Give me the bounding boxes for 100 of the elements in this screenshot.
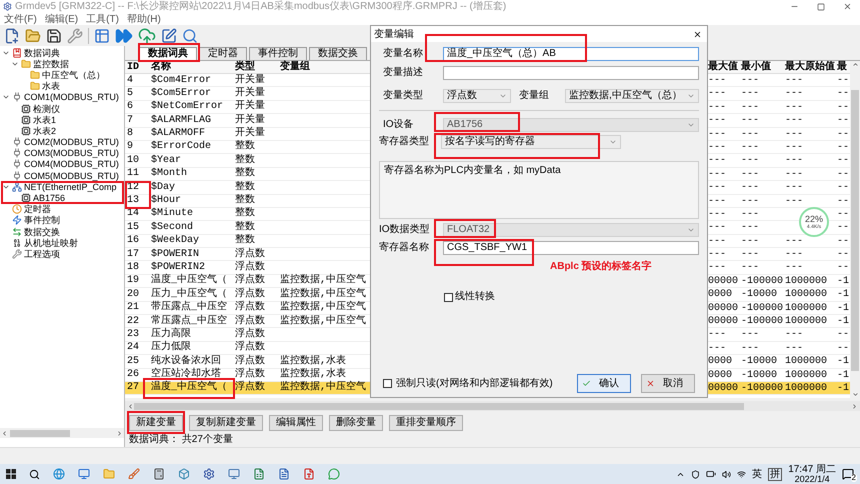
table-cell-text: 00000 [707, 382, 739, 395]
table-cell-text: --- [784, 87, 804, 100]
table-cell-text: --- [784, 342, 804, 355]
table-cell-text: -- [836, 328, 848, 342]
table-cell: 16 [127, 235, 140, 248]
table-cell-text: --- [740, 261, 760, 274]
table-cell-text: --- [740, 114, 760, 128]
table-cell-text: 压力_中压空气（ [151, 288, 228, 300]
table-cell-text: -- [836, 261, 848, 274]
table-cell-text: --- [707, 114, 728, 128]
table-cell-text: --- [707, 168, 728, 181]
table-cell: 15 [127, 222, 140, 234]
table-cell-text: 0000 [707, 355, 734, 368]
table-cell-text: --- [707, 248, 728, 262]
table-cell: 25 [127, 356, 140, 368]
table-cell-text: -10000 [740, 355, 778, 368]
table-cell: 监控数据,中压空气 [280, 382, 366, 394]
table-cell-text: --- [707, 140, 728, 154]
checkbox-label: 线性转换 [455, 291, 495, 303]
field-label: IO数据类型 [379, 224, 431, 236]
table-cell-text: --- [784, 128, 804, 141]
table-cell-text: 1000000 [784, 288, 828, 302]
table-cell-text: --- [784, 100, 804, 114]
table-cell: 10 [127, 154, 140, 167]
table-cell-text: -100000 [740, 302, 783, 315]
table-cell: 13 [127, 195, 140, 208]
table-cell-text: 整数 [235, 195, 255, 207]
table-cell: $Month [151, 168, 188, 180]
table-cell-text: -- [836, 181, 848, 194]
table-cell-text: --- [784, 328, 804, 342]
table-cell-text: --- [740, 221, 760, 234]
table-cell-text: -- [836, 194, 848, 208]
checkbox-label: 强制只读(对网络和内部逻辑都有效) [396, 378, 553, 390]
table-cell-text: --- [707, 234, 728, 248]
table-cell-text: --- [740, 194, 760, 208]
table-cell-text: -- [836, 342, 848, 355]
table-cell: 5 [127, 88, 134, 100]
table-cell: 整数 [235, 222, 255, 234]
table-cell: 9 [127, 141, 134, 154]
table-cell-text: 0000 [707, 288, 734, 302]
table-cell-text: 1000000 [784, 302, 828, 315]
table-cell: 浮点数 [235, 302, 265, 314]
table-cell-text: 压力高限 [151, 328, 191, 340]
table-cell-text: --- [784, 181, 804, 194]
table-cell-text: --- [740, 168, 760, 181]
table-cell: 开关量 [235, 74, 265, 86]
table-cell-text: --- [740, 140, 760, 154]
table-cell-text: --- [740, 248, 760, 262]
table-cell-text: 开关量 [235, 88, 265, 100]
table-cell-text: --- [707, 261, 728, 274]
table-cell-text: -1 [836, 355, 848, 368]
table-cell: $Minute [151, 208, 194, 220]
table-cell-text: -1 [836, 315, 848, 328]
table-cell-text: -- [836, 221, 848, 234]
table-cell: 浮点数 [235, 382, 265, 394]
field-label: 变量类型 [383, 90, 424, 102]
table-cell: 带压露点_中压空 [151, 302, 228, 314]
cpu-percent: 22% [804, 214, 823, 224]
table-cell-text: -1 [836, 382, 848, 395]
table-cell-text: -100000 [740, 382, 783, 395]
table-cell: 浮点数 [235, 275, 265, 288]
table-cell-text: --- [707, 208, 728, 221]
table-cell-text: -- [836, 128, 848, 141]
table-cell-text: -100000 [740, 315, 783, 328]
table-cell: 浮点数 [235, 342, 265, 354]
table-cell-text: 浮点数 [235, 369, 265, 380]
table-cell-text: --- [784, 194, 804, 208]
table-cell-text: --- [784, 154, 804, 168]
table-cell-text: 监控数据,中压空气 [280, 288, 366, 300]
table-cell-text: -- [836, 100, 848, 114]
table-cell-text: --- [740, 74, 760, 87]
table-cell-text: 浮点数 [235, 248, 265, 260]
table-cell-text: 1000000 [784, 355, 828, 368]
table-cell-text: --- [707, 128, 728, 141]
table-cell: $NetComError [151, 101, 224, 114]
table-cell-text: 1000000 [784, 274, 828, 288]
table-cell-text: -1 [836, 288, 848, 302]
table-cell-text: 1000000 [784, 315, 828, 328]
table-cell-text: --- [740, 328, 760, 342]
table-cell: $Second [151, 222, 194, 234]
table-cell-text: --- [707, 328, 728, 342]
table-cell-text: --- [740, 154, 760, 168]
table-cell-text: -1 [836, 302, 848, 315]
table-cell: 8 [127, 128, 134, 140]
table-cell-text: -100000 [740, 274, 783, 288]
table-cell: 温度_中压空气（ [151, 275, 228, 288]
table-cell: $Hour [151, 195, 182, 208]
table-cell: 21 [127, 302, 140, 314]
table-cell: 6 [127, 101, 134, 114]
table-cell: 19 [127, 275, 140, 288]
table-cell-text: -1 [836, 274, 848, 288]
table-cell: $POWERIN [151, 248, 200, 261]
table-cell-text: 浮点数 [235, 328, 265, 340]
table-cell: 整数 [235, 154, 255, 167]
table-cell-text: -- [836, 208, 848, 221]
table-cell-text: --- [740, 234, 760, 248]
table-cell-text: 浮点数 [235, 316, 265, 328]
table-cell-text: --- [707, 74, 728, 87]
table-cell-text: -- [836, 234, 848, 248]
table-cell: 整数 [235, 235, 255, 248]
